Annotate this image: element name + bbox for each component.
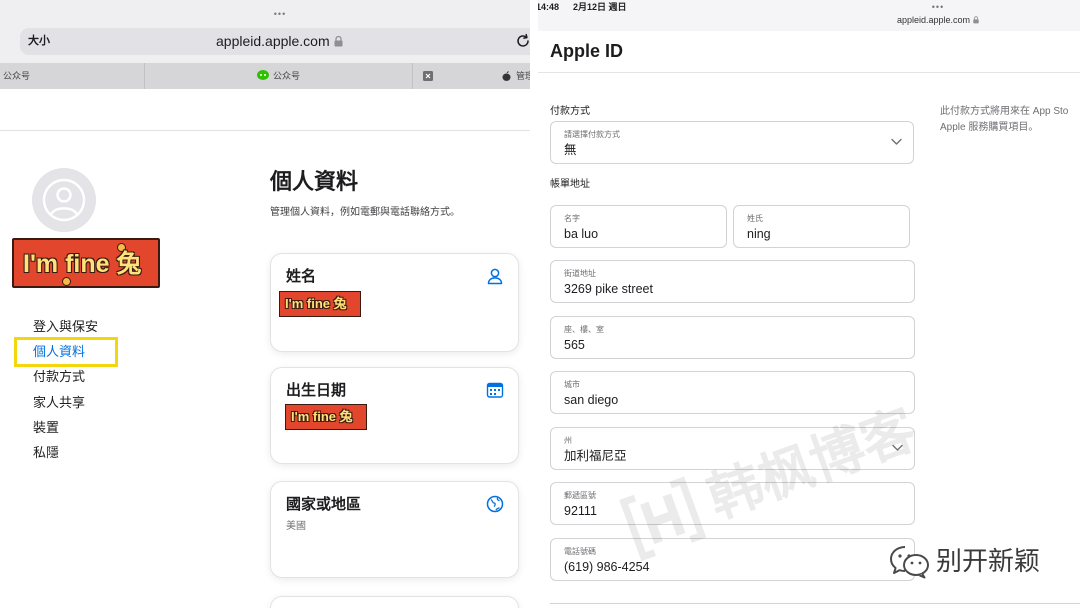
wechat-outline-icon	[890, 546, 929, 579]
field-value: 3269 pike street	[564, 282, 653, 296]
tab-apple-id[interactable]: 管理你	[413, 63, 530, 89]
chevron-down-icon	[891, 138, 902, 145]
field-value: 加利福尼亞	[564, 449, 627, 463]
lock-icon	[334, 35, 343, 47]
field-value: 無	[564, 143, 577, 157]
tab-wechat-2[interactable]: 公众号	[145, 63, 413, 89]
url-text: appleid.apple.com	[216, 33, 330, 49]
page-subtitle: 管理個人資料，例如電郵與電話聯絡方式。	[270, 207, 460, 218]
payment-method-select[interactable]: 請選擇付款方式 無	[550, 121, 914, 164]
tab-bar: 公众号 公众号 管理你	[0, 63, 530, 89]
address-bar[interactable]: 大小 appleid.apple.com	[20, 28, 530, 55]
person-icon	[487, 268, 503, 285]
field-label: 郵遞區號	[564, 491, 596, 500]
state-select[interactable]: 州 加利福尼亞	[550, 427, 915, 470]
payment-section-label: 付款方式	[550, 106, 590, 117]
card-title: 國家或地區	[286, 496, 362, 513]
reload-icon[interactable]	[515, 33, 530, 49]
field-label: 城市	[564, 380, 580, 389]
bottom-divider	[550, 603, 1080, 604]
chevron-down-icon	[892, 444, 903, 451]
field-value: (619) 986-4254	[564, 560, 650, 574]
url-display[interactable]: appleid.apple.com	[868, 14, 1008, 26]
field-value: 565	[564, 338, 585, 352]
status-time: 14:48	[538, 2, 560, 12]
zip-field[interactable]: 郵遞區號 92111	[550, 482, 915, 525]
first-name-field[interactable]: 名字 ba luo	[550, 205, 727, 248]
field-label: 姓氏	[747, 214, 763, 223]
field-label: 請選擇付款方式	[564, 130, 620, 139]
field-label: 名字	[564, 214, 580, 223]
url-display[interactable]: appleid.apple.com	[216, 28, 343, 55]
header-divider	[538, 72, 1080, 73]
right-screenshot: 14:48 2月12日 週日 ••• appleid.apple.com App…	[538, 0, 1080, 608]
globe-icon	[486, 495, 504, 513]
field-value: ning	[747, 227, 771, 241]
street-field[interactable]: 街道地址 3269 pike street	[550, 260, 915, 303]
status-bar: 14:48 2月12日 週日 ••• appleid.apple.com	[538, 0, 1080, 31]
field-label: 州	[564, 436, 572, 445]
card-value: 美國	[286, 521, 306, 532]
header-divider	[0, 130, 530, 131]
page-title: Apple ID	[550, 41, 624, 61]
birthday-cover-sticker: I'm fine 兔	[285, 404, 367, 430]
tab-label: 公众号	[272, 71, 300, 81]
field-label: 電話號碼	[564, 547, 596, 556]
phone-field[interactable]: 電話號碼 (619) 986-4254	[550, 538, 915, 581]
card-country-region[interactable]: 國家或地區 美國	[270, 481, 519, 578]
field-label: 座、樓、室	[564, 325, 604, 334]
avatar[interactable]	[32, 168, 96, 232]
lock-icon	[973, 16, 979, 24]
url-text: appleid.apple.com	[896, 15, 971, 25]
sidebar-item-family-sharing[interactable]: 家人共享	[33, 390, 98, 415]
calendar-icon	[486, 382, 504, 398]
payment-note-line: 此付款方式將用來在 App Sto	[940, 106, 1069, 117]
field-value: 92111	[564, 504, 597, 518]
field-value: ba luo	[564, 227, 599, 241]
status-date: 2月12日 週日	[573, 2, 627, 12]
sticker-text: I'm fine 兔	[285, 296, 347, 311]
person-avatar-icon	[32, 168, 96, 232]
last-name-field[interactable]: 姓氏 ning	[733, 205, 910, 248]
billing-section-label: 帳單地址	[550, 179, 590, 190]
payment-note-line: Apple 服務購買項目。	[940, 122, 1039, 133]
tab-label: 公众号	[3, 71, 31, 81]
card-title: 出生日期	[286, 382, 347, 399]
city-field[interactable]: 城市 san diego	[550, 371, 915, 414]
highlight-box	[14, 337, 118, 367]
tab-wechat-1[interactable]: 公众号	[0, 63, 145, 89]
window-menu-dots[interactable]: •••	[260, 9, 300, 19]
field-value: san diego	[564, 393, 619, 407]
name-cover-sticker: I'm fine 兔	[12, 238, 160, 288]
card-partial[interactable]	[270, 596, 519, 608]
apple-logo-icon	[502, 71, 511, 81]
name-cover-sticker: I'm fine 兔	[279, 291, 361, 317]
left-screenshot: ••• 大小 appleid.apple.com 公众号 公众号 管理你	[0, 0, 530, 608]
card-birthday[interactable]: 出生日期 I'm fine 兔	[270, 367, 519, 464]
sidebar-item-privacy[interactable]: 私隱	[33, 440, 98, 465]
sidebar-item-sign-in-security[interactable]: 登入與保安	[33, 314, 98, 339]
sticker-text: I'm fine 兔	[23, 250, 142, 278]
sticker-text: I'm fine 兔	[291, 409, 353, 424]
wechat-icon	[256, 70, 269, 80]
close-tab-icon[interactable]	[423, 71, 433, 81]
page-title: 個人資料	[270, 169, 359, 194]
field-label: 街道地址	[564, 269, 596, 278]
tab-label: 管理你	[516, 71, 530, 81]
card-name[interactable]: 姓名 I'm fine 兔	[270, 253, 519, 352]
sidebar-item-devices[interactable]: 裝置	[33, 415, 98, 440]
coin-decoration	[62, 277, 71, 286]
unit-field[interactable]: 座、樓、室 565	[550, 316, 915, 359]
text-size-button[interactable]: 大小	[28, 28, 50, 55]
card-title: 姓名	[286, 268, 317, 285]
sidebar-item-payment[interactable]: 付款方式	[33, 364, 98, 389]
window-menu-dots[interactable]: •••	[918, 2, 958, 12]
account-badge-text: 别开新颖	[936, 546, 1041, 576]
browser-chrome: ••• 大小 appleid.apple.com 公众号 公众号 管理你	[0, 0, 530, 89]
